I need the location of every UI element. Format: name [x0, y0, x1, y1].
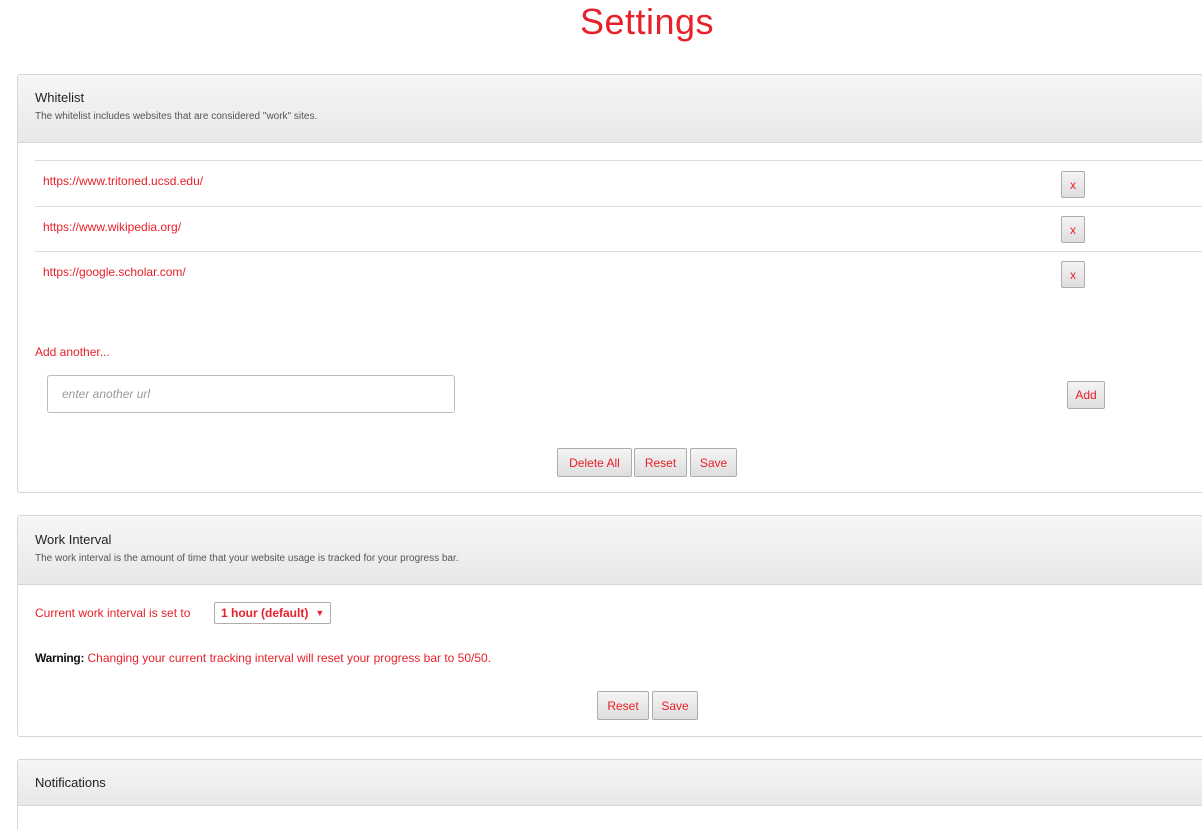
add-another-label: Add another...	[35, 345, 110, 359]
remove-url-button[interactable]: x	[1061, 261, 1085, 288]
whitelist-url-link[interactable]: https://www.tritoned.ucsd.edu/	[43, 174, 203, 188]
chevron-down-icon: ▼	[315, 608, 325, 618]
whitelist-panel-header: Whitelist The whitelist includes website…	[18, 75, 1202, 143]
work-interval-panel-header: Work Interval The work interval is the a…	[18, 516, 1202, 585]
work-interval-title: Work Interval	[35, 532, 112, 547]
whitelist-row: https://www.tritoned.ucsd.edu/ x	[35, 160, 1202, 206]
whitelist-title: Whitelist	[35, 90, 85, 105]
settings-page: Settings Whitelist The whitelist include…	[0, 0, 1202, 830]
whitelist-panel: Whitelist The whitelist includes website…	[17, 74, 1202, 493]
interval-reset-button[interactable]: Reset	[597, 691, 649, 720]
warning-message: Warning: Changing your current tracking …	[35, 651, 491, 665]
whitelist-row: https://www.wikipedia.org/ x	[35, 206, 1202, 252]
work-interval-selected-value: 1 hour (default)	[221, 606, 309, 620]
whitelist-save-button[interactable]: Save	[690, 448, 737, 477]
interval-save-button[interactable]: Save	[652, 691, 698, 720]
remove-url-button[interactable]: x	[1061, 216, 1085, 243]
whitelist-url-link[interactable]: https://google.scholar.com/	[43, 265, 186, 279]
notifications-panel-header: Notifications	[18, 760, 1202, 806]
work-interval-description: The work interval is the amount of time …	[35, 553, 459, 564]
current-interval-row: Current work interval is set to 1 hour (…	[18, 585, 1202, 645]
page-title: Settings	[579, 1, 715, 42]
whitelist-row: https://google.scholar.com/ x	[35, 251, 1202, 297]
work-interval-select[interactable]: 1 hour (default) ▼	[214, 602, 332, 624]
warning-text: Changing your current tracking interval …	[87, 651, 492, 665]
add-url-button[interactable]: Add	[1067, 381, 1105, 409]
delete-all-button[interactable]: Delete All	[557, 448, 632, 477]
whitelist-reset-button[interactable]: Reset	[634, 448, 687, 477]
work-interval-panel: Work Interval The work interval is the a…	[17, 515, 1202, 737]
notifications-title: Notifications	[35, 775, 106, 790]
whitelist-url-link[interactable]: https://www.wikipedia.org/	[43, 220, 181, 234]
notifications-panel: Notifications	[17, 759, 1202, 830]
warning-label: Warning:	[35, 651, 85, 665]
add-url-input[interactable]	[47, 375, 455, 413]
whitelist-description: The whitelist includes websites that are…	[35, 111, 318, 122]
current-interval-label: Current work interval is set to	[35, 606, 191, 620]
remove-url-button[interactable]: x	[1061, 171, 1085, 198]
